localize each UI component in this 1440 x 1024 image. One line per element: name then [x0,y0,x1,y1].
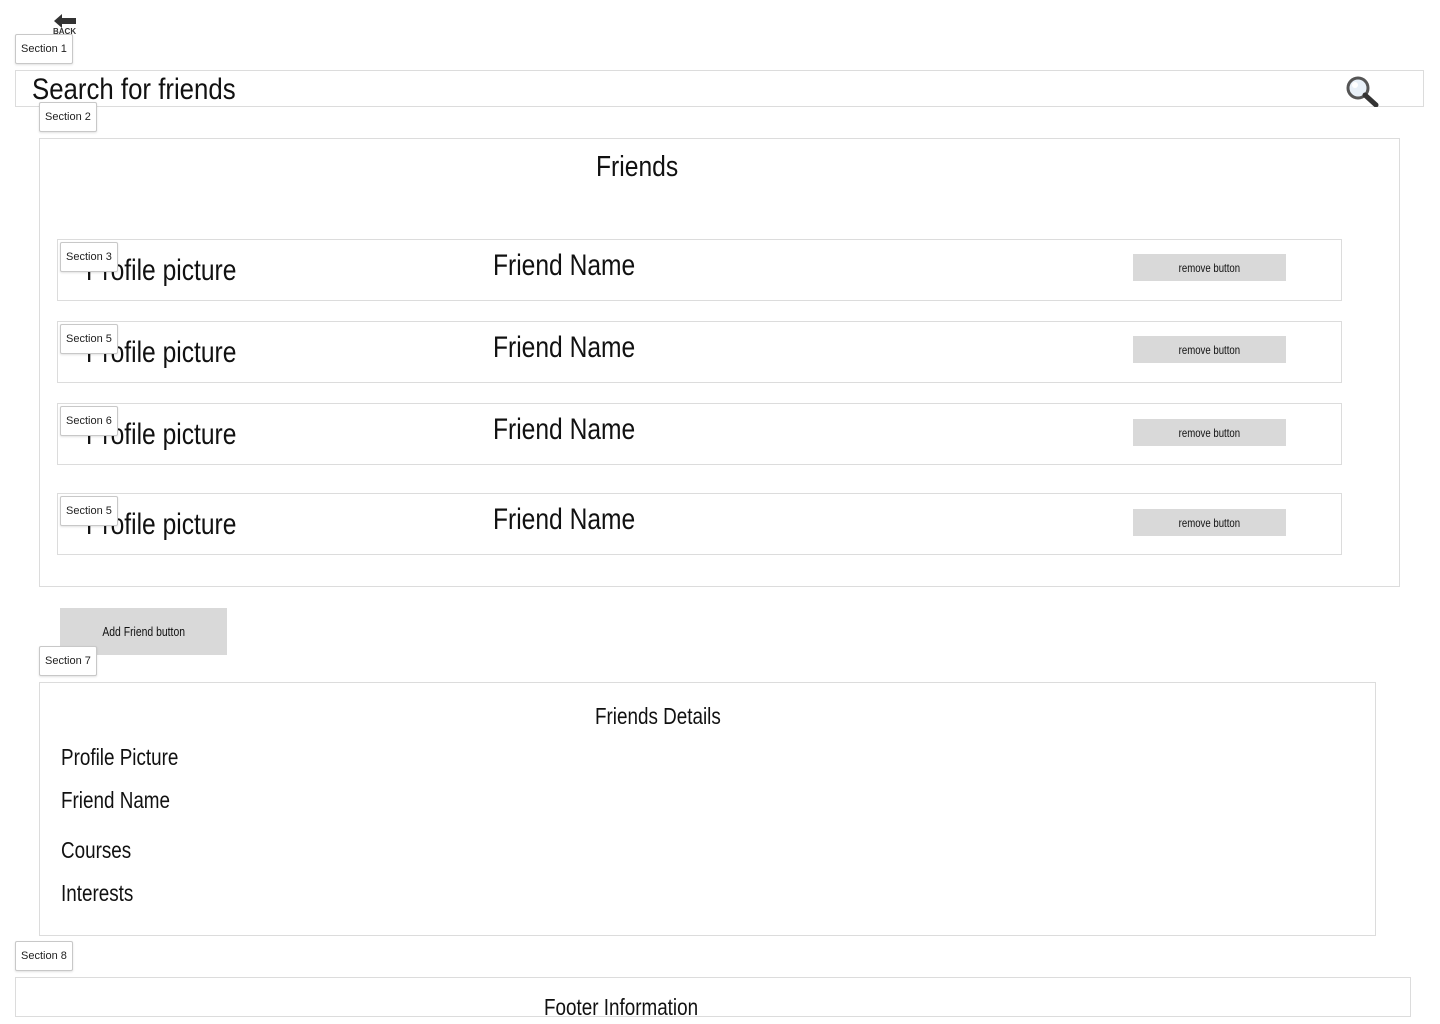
details-title: Friends Details [595,703,721,729]
detail-profile-picture: Profile Picture [61,744,179,770]
section-tag-3: Section 3 [60,242,118,272]
section-tag-2: Section 2 [39,102,97,132]
back-button[interactable]: BACK [48,12,82,36]
friend-name: Friend Name [493,331,636,364]
friend-details-panel: Friends Details Profile Picture Friend N… [39,682,1376,936]
detail-courses: Courses [61,837,132,863]
section-tag-7: Section 7 [39,646,97,676]
footer: Footer Information [15,977,1411,1017]
remove-friend-button[interactable]: remove button [1133,509,1286,536]
detail-friend-name: Friend Name [61,787,171,813]
friend-name: Friend Name [493,503,636,536]
section-tag-5: Section 5 [60,324,118,354]
friend-name: Friend Name [493,249,636,282]
section-tag-8: Section 8 [15,941,73,971]
friend-row: Profile picture Friend Name remove butto… [57,493,1342,555]
remove-friend-button[interactable]: remove button [1133,336,1286,363]
friends-panel-title: Friends [596,151,679,183]
section-tag-1: Section 1 [15,34,73,64]
back-arrow-icon [54,14,76,28]
friend-row: Profile picture Friend Name remove butto… [57,239,1342,301]
footer-information: Footer Information [544,994,699,1017]
search-bar[interactable]: Search for friends [15,70,1424,108]
friend-name: Friend Name [493,413,636,446]
friend-row: Profile picture Friend Name remove butto… [57,321,1342,383]
detail-interests: Interests [61,880,134,906]
remove-friend-button[interactable]: remove button [1133,419,1286,446]
remove-friend-button[interactable]: remove button [1133,254,1286,281]
section-tag-6: Section 6 [60,406,118,436]
friend-row: Profile picture Friend Name remove butto… [57,403,1342,465]
section-tag-5b: Section 5 [60,496,118,526]
search-icon[interactable] [1345,75,1381,108]
